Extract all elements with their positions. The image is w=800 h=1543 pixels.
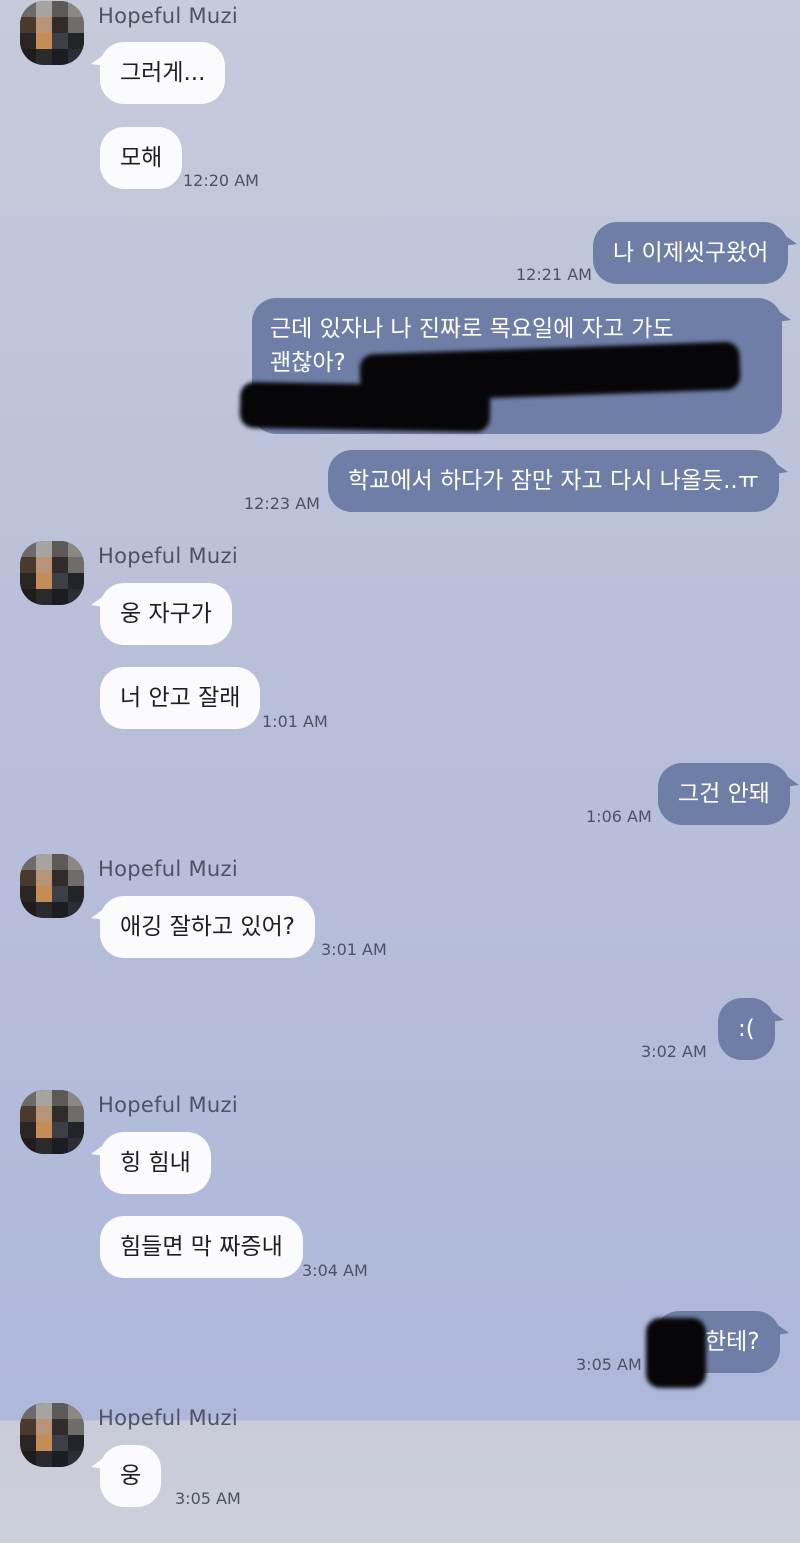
message-text: 그건 안돼	[678, 781, 770, 807]
sender-name: Hopeful Muzi	[98, 857, 238, 881]
message-text: 웅	[120, 1463, 142, 1489]
sender-avatar[interactable]	[20, 541, 84, 605]
message-text: 모해	[120, 145, 163, 171]
message-time: 3:01 AM	[321, 940, 387, 959]
message-text: 웅 자구가	[120, 601, 212, 627]
message-bubble[interactable]: 나 이제씻구왔어	[593, 222, 798, 284]
message-bubble[interactable]: 애깅 잘하고 있어?	[91, 896, 315, 958]
message-text: 힘들면 막 짜증내	[120, 1234, 283, 1260]
message-time: 12:20 AM	[183, 171, 259, 190]
redaction-mark	[239, 381, 491, 433]
message-text: 애깅 잘하고 있어?	[120, 914, 295, 940]
message-time: 1:01 AM	[262, 712, 328, 731]
message-bubble[interactable]: 웅 자구가	[91, 583, 232, 645]
message-bubble[interactable]: 힝 힘내	[91, 1132, 211, 1194]
sender-name: Hopeful Muzi	[98, 544, 238, 568]
sender-name: Hopeful Muzi	[98, 1406, 238, 1430]
message-text-line: 근데 있자나 나 진짜로 목요일에 자고 가도	[270, 316, 674, 342]
message-bubble[interactable]: 웅	[90, 1445, 162, 1507]
message-time: 3:02 AM	[641, 1042, 707, 1061]
sender-avatar[interactable]	[20, 1090, 84, 1154]
message-bubble[interactable]: 그러게...	[90, 42, 226, 104]
message-bubble[interactable]: 힘들면 막 짜증내	[100, 1216, 303, 1278]
message-bubble[interactable]: 학교에서 하다가 잠만 자고 다시 나올듯..ㅠ	[328, 450, 788, 512]
message-time: 3:04 AM	[302, 1261, 368, 1280]
message-text: 힝 힘내	[120, 1150, 191, 1176]
sender-avatar[interactable]	[20, 1, 84, 65]
message-text: 그러게...	[120, 60, 206, 86]
message-text: :(	[738, 1016, 755, 1042]
message-time: 3:05 AM	[576, 1355, 642, 1374]
message-time: 12:23 AM	[244, 494, 320, 513]
message-time: 1:06 AM	[586, 807, 652, 826]
sender-name: Hopeful Muzi	[98, 1093, 238, 1117]
message-time: 3:05 AM	[175, 1489, 241, 1508]
sender-avatar[interactable]	[20, 1403, 84, 1467]
sender-avatar[interactable]	[20, 854, 84, 918]
sender-name: Hopeful Muzi	[98, 4, 238, 28]
message-bubble[interactable]: :(	[718, 998, 784, 1060]
message-text: 나 이제씻구왔어	[613, 240, 769, 266]
message-time: 12:21 AM	[516, 265, 592, 284]
message-bubble[interactable]: 모해	[100, 127, 183, 189]
redaction-mark	[646, 1318, 706, 1388]
message-text: 학교에서 하다가 잠만 자고 다시 나올듯..ㅠ	[348, 468, 759, 494]
message-text: 한테?	[705, 1329, 760, 1355]
message-bubble[interactable]: 너 안고 잘래	[100, 667, 261, 729]
message-bubble[interactable]: 그건 안돼	[658, 763, 799, 825]
message-text: 너 안고 잘래	[120, 685, 241, 711]
